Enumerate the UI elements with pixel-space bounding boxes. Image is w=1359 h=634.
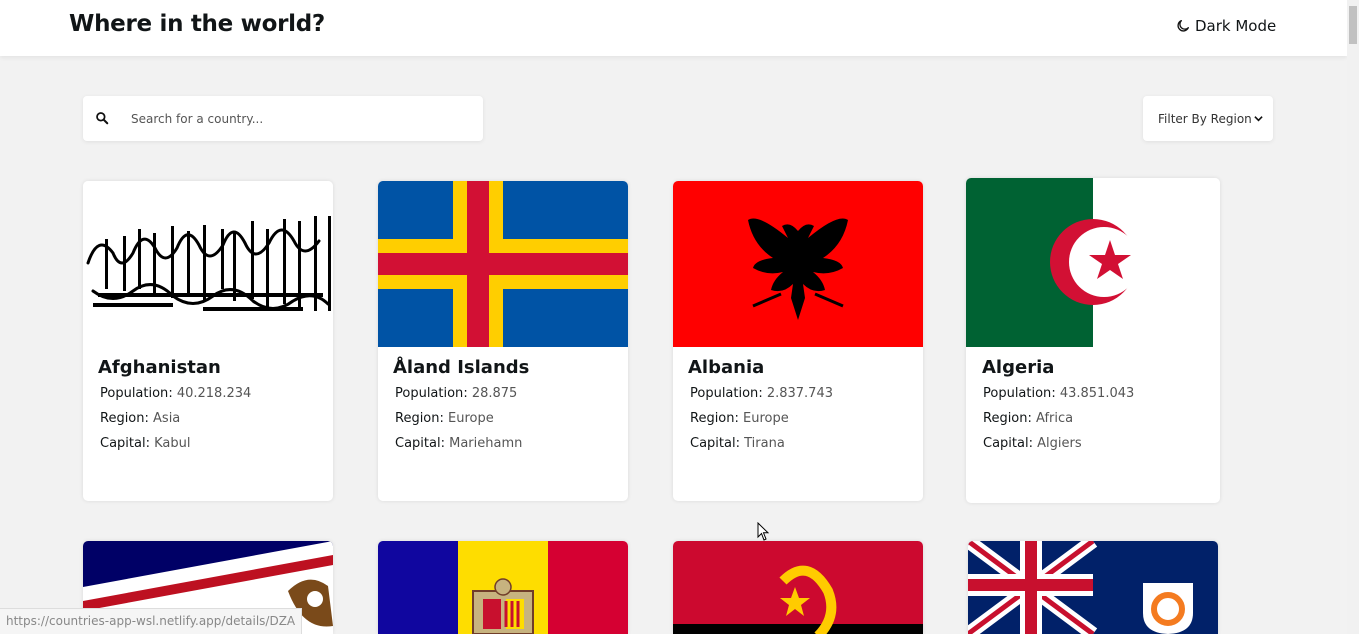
capital-row: Capital: Tirana — [690, 436, 785, 451]
region-label: Region — [690, 411, 735, 426]
scrollbar[interactable] — [1347, 0, 1359, 634]
population-row: Population: 43.851.043 — [983, 386, 1135, 401]
region-row: Region: Africa — [983, 411, 1074, 426]
region-filter-dropdown[interactable]: Filter By Region — [1143, 96, 1273, 141]
region-label: Region — [395, 411, 440, 426]
population-label: Population — [690, 386, 759, 401]
search-box — [83, 96, 483, 141]
chevron-down-icon — [1254, 116, 1263, 122]
capital-value: Tirana — [744, 436, 785, 451]
country-card-anguilla[interactable] — [968, 541, 1218, 634]
dark-mode-toggle[interactable]: Dark Mode — [1175, 17, 1276, 35]
region-label: Region — [983, 411, 1028, 426]
app-header: Where in the world? Dark Mode — [0, 0, 1347, 56]
page-title: Where in the world? — [69, 11, 325, 37]
country-card-albania[interactable]: Albania Population: 2.837.743 Region: Eu… — [673, 181, 923, 501]
country-card-algeria[interactable]: Algeria Population: 43.851.043 Region: A… — [966, 178, 1220, 503]
flag-andorra — [378, 541, 628, 634]
country-card-afghanistan[interactable]: Afghanistan Population: 40.218.234 Regio… — [83, 181, 333, 501]
scrollbar-thumb[interactable] — [1349, 6, 1357, 44]
country-name: Afghanistan — [98, 357, 221, 378]
country-card-aland-islands[interactable]: Åland Islands Population: 28.875 Region:… — [378, 181, 628, 501]
dark-mode-label: Dark Mode — [1195, 17, 1277, 35]
capital-value: Algiers — [1037, 436, 1082, 451]
region-label: Region — [100, 411, 145, 426]
population-value: 40.218.234 — [176, 386, 252, 401]
flag-afghanistan — [83, 181, 333, 347]
flag-albania — [673, 181, 923, 347]
capital-label: Capital — [395, 436, 441, 451]
capital-label: Capital — [690, 436, 736, 451]
population-value: 2.837.743 — [766, 386, 833, 401]
population-row: Population: 2.837.743 — [690, 386, 833, 401]
capital-value: Mariehamn — [449, 436, 523, 451]
search-input[interactable] — [131, 96, 471, 141]
region-value: Europe — [743, 411, 789, 426]
capital-row: Capital: Mariehamn — [395, 436, 523, 451]
search-icon — [96, 112, 109, 125]
population-value: 43.851.043 — [1059, 386, 1135, 401]
moon-icon — [1177, 20, 1189, 32]
region-row: Region: Asia — [100, 411, 181, 426]
capital-row: Capital: Kabul — [100, 436, 191, 451]
country-name: Albania — [688, 357, 765, 378]
population-label: Population — [395, 386, 464, 401]
capital-label: Capital — [100, 436, 146, 451]
country-name: Åland Islands — [393, 357, 530, 378]
capital-value: Kabul — [154, 436, 191, 451]
flag-algeria — [966, 178, 1220, 347]
flag-aland-islands — [378, 181, 628, 347]
cursor-icon — [757, 522, 770, 541]
region-value: Asia — [153, 411, 181, 426]
country-card-angola[interactable] — [673, 541, 923, 634]
status-bar-url: https://countries-app-wsl.netlify.app/de… — [0, 608, 303, 634]
population-row: Population: 40.218.234 — [100, 386, 252, 401]
flag-anguilla — [968, 541, 1218, 634]
population-row: Population: 28.875 — [395, 386, 518, 401]
country-card-andorra[interactable] — [378, 541, 628, 634]
population-label: Population — [100, 386, 169, 401]
population-label: Population — [983, 386, 1052, 401]
region-row: Region: Europe — [395, 411, 494, 426]
region-value: Africa — [1036, 411, 1074, 426]
country-name: Algeria — [982, 357, 1055, 378]
filter-label: Filter By Region — [1158, 111, 1252, 126]
population-value: 28.875 — [471, 386, 518, 401]
flag-angola — [673, 541, 923, 634]
capital-label: Capital — [983, 436, 1029, 451]
capital-row: Capital: Algiers — [983, 436, 1082, 451]
region-row: Region: Europe — [690, 411, 789, 426]
region-value: Europe — [448, 411, 494, 426]
